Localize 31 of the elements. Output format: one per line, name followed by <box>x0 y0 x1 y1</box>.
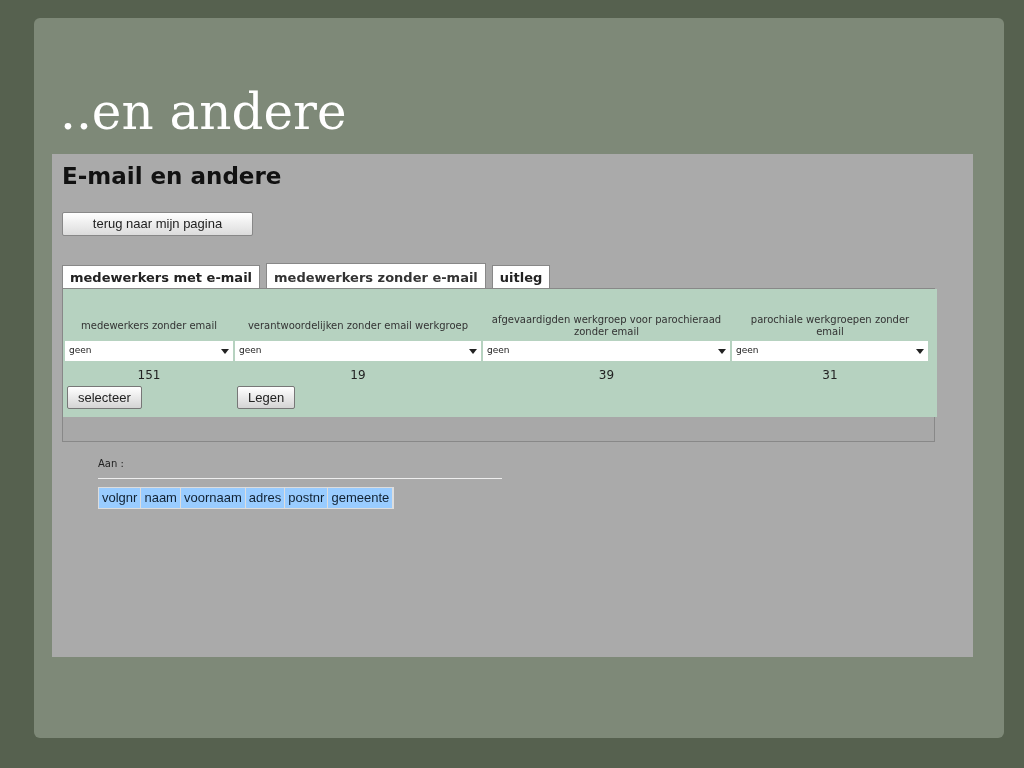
column-header: adres <box>245 488 286 508</box>
count: 19 <box>350 367 366 384</box>
tab[interactable]: medewerkers zonder e-mail <box>266 263 486 288</box>
column-header: postnr <box>285 488 329 508</box>
action-button[interactable]: selecteer <box>67 386 142 409</box>
dropdown[interactable]: geen <box>732 341 928 361</box>
tab[interactable]: medewerkers met e-mail <box>62 265 261 288</box>
group-label: medewerkers zonder email <box>80 319 218 333</box>
back-button[interactable]: terug naar mijn pagina <box>62 212 253 236</box>
dropdown-arrow-icon <box>916 348 924 354</box>
dropdown-arrow-icon <box>718 348 726 354</box>
dropdown[interactable]: geen <box>235 341 481 361</box>
tab[interactable]: uitleg <box>491 265 551 288</box>
dropdown-arrow-icon <box>469 348 477 354</box>
column-header: voornaam <box>180 488 246 508</box>
page-heading: E-mail en andere <box>62 162 283 191</box>
count: 39 <box>598 367 615 384</box>
slide-title: ..en andere <box>60 82 348 143</box>
count: 31 <box>822 367 838 384</box>
group-label: parochiale werkgroepen zonder email <box>749 313 911 339</box>
dropdown[interactable]: geen <box>483 341 730 361</box>
dropdown-arrow-icon <box>221 348 229 354</box>
column-header: gemeente <box>328 488 394 508</box>
column-header: naam <box>141 488 181 508</box>
group-label: afgevaardigden werkgroep voor parochieraad zonder email <box>490 313 723 339</box>
dropdown[interactable]: geen <box>65 341 233 361</box>
count: 151 <box>137 367 161 384</box>
action-button[interactable]: Legen <box>237 386 296 409</box>
recipient-label: Aan : <box>98 457 125 471</box>
group-label: verantwoordelijken zonder email werkgroep <box>246 319 470 333</box>
column-header: volgnr <box>99 488 142 508</box>
